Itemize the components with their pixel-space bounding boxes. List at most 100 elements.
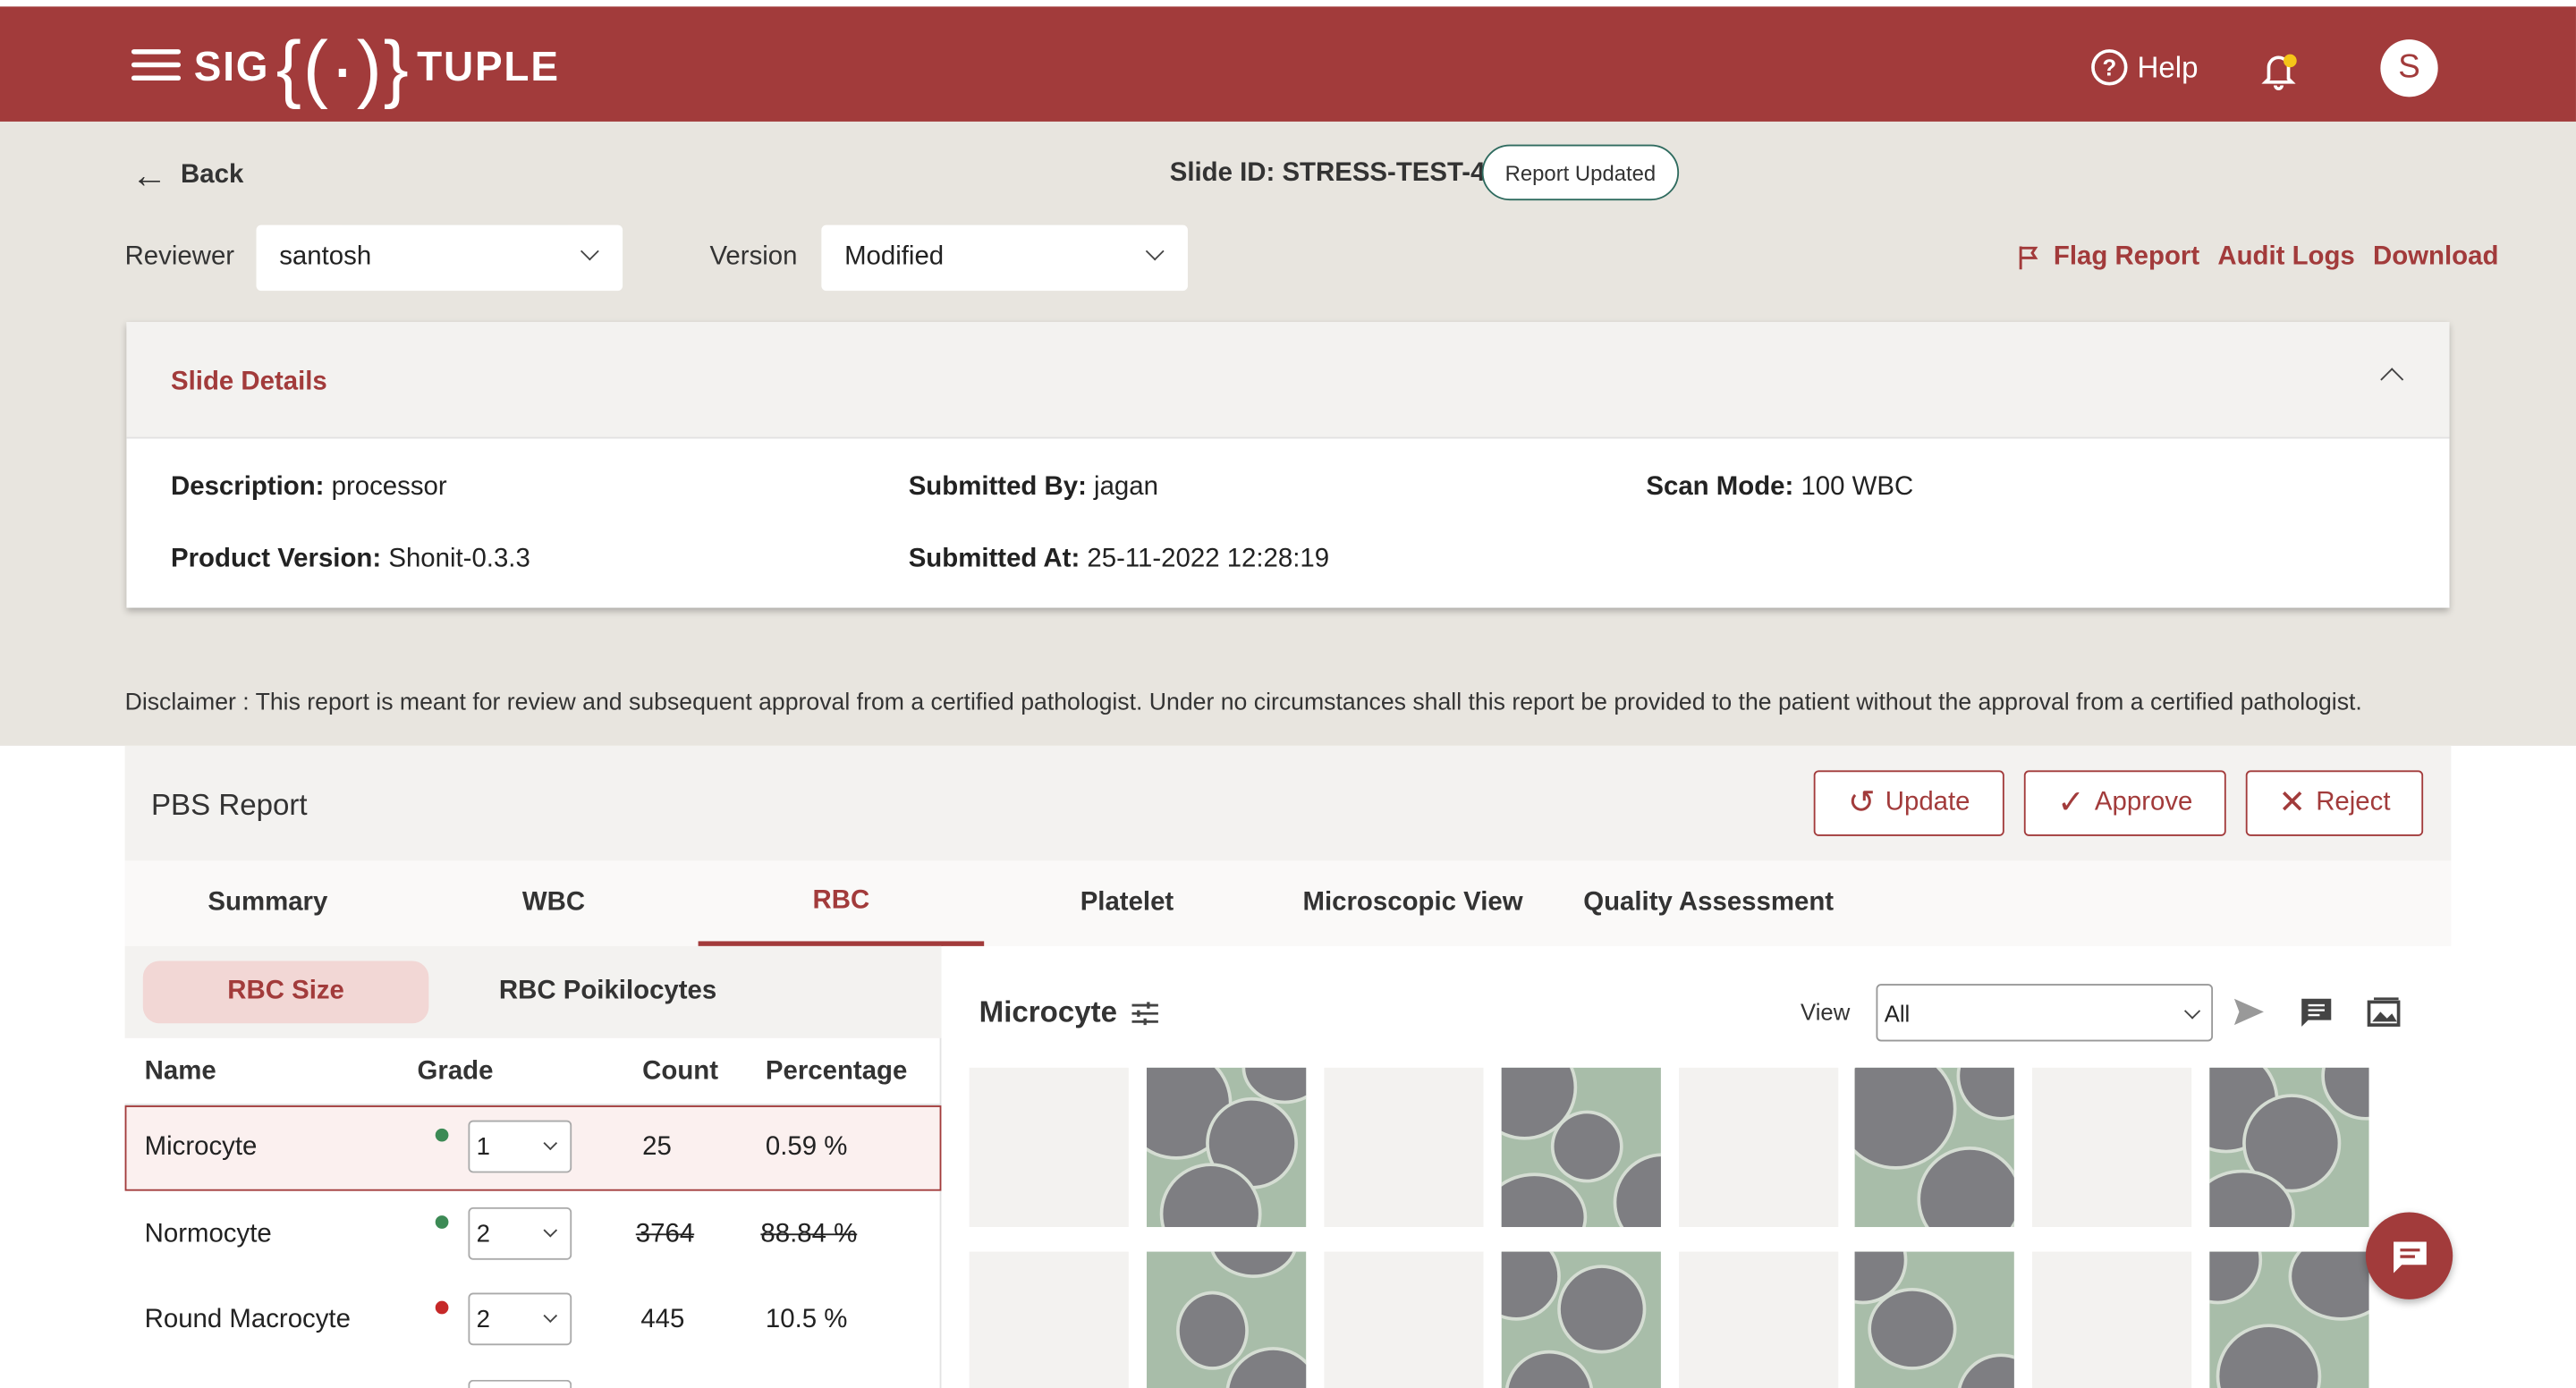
notification-bell-icon[interactable] xyxy=(2258,49,2301,92)
user-avatar[interactable]: S xyxy=(2380,39,2438,97)
rbc-cell-image xyxy=(1854,1067,1953,1167)
version-select[interactable]: Modified xyxy=(821,224,1188,292)
chevron-down-icon xyxy=(543,1136,558,1151)
image-gallery-icon[interactable] xyxy=(2366,995,2402,1028)
table-row[interactable]: Microcyte 1 25 0.59 % xyxy=(124,1105,942,1191)
rbc-cell-image xyxy=(1228,1350,1307,1388)
slide-details-header[interactable]: Slide Details xyxy=(126,321,2450,439)
chevron-down-icon xyxy=(1145,241,1165,261)
chevron-up-icon[interactable] xyxy=(2380,368,2404,392)
approve-button[interactable]: ✓ Approve xyxy=(2023,770,2226,836)
rbc-cell-image xyxy=(1871,1291,1953,1367)
cell-thumbnail[interactable] xyxy=(1501,1067,1661,1228)
cell-thumbnail-placeholder[interactable] xyxy=(969,1251,1129,1388)
tab-wbc[interactable]: WBC xyxy=(411,860,697,946)
grade-select[interactable]: 2 xyxy=(468,1292,572,1346)
scan-mode-value: 100 WBC xyxy=(1793,472,1914,502)
product-version-label: Product Version: xyxy=(171,545,382,574)
reviewer-select[interactable]: santosh xyxy=(256,224,623,292)
grade-select[interactable]: 1 xyxy=(468,1120,572,1173)
update-button[interactable]: ↺ Update xyxy=(1813,770,2004,836)
col-header-percentage: Percentage xyxy=(765,1057,908,1087)
rbc-table-panel: RBC Size RBC Poikilocytes Name Grade Cou… xyxy=(124,945,942,1388)
slide-details-card: Slide Details Description: processor Sub… xyxy=(126,321,2450,608)
logo-text-left: SIG xyxy=(193,43,270,90)
view-value: All xyxy=(1884,999,1911,1027)
flag-report-link[interactable]: Flag Report xyxy=(2054,243,2199,273)
col-header-grade: Grade xyxy=(417,1057,494,1087)
back-label: Back xyxy=(181,160,244,190)
report-status-badge: Report Updated xyxy=(1481,144,1680,201)
back-button[interactable]: ← Back xyxy=(131,157,243,193)
subtab-rbc-poikilocytes[interactable]: RBC Poikilocytes xyxy=(465,961,751,1023)
rbc-cell-image xyxy=(1245,1067,1307,1101)
audit-logs-link[interactable]: Audit Logs xyxy=(2217,243,2354,273)
tab-rbc[interactable]: RBC xyxy=(698,860,985,946)
history-icon: ↺ xyxy=(1847,784,1876,822)
menu-icon[interactable] xyxy=(131,49,182,82)
cell-thumbnail-placeholder[interactable] xyxy=(2031,1251,2192,1388)
row-name: Microcyte xyxy=(144,1133,258,1162)
rbc-cell-image xyxy=(2219,1327,2318,1388)
disclaimer-text: Disclaimer : This report is meant for re… xyxy=(124,690,2362,716)
grade-status-dot xyxy=(435,1128,449,1142)
cell-thumbnail-placeholder[interactable] xyxy=(969,1067,1129,1228)
reviewer-value: santosh xyxy=(279,242,372,272)
cell-thumbnail-placeholder[interactable] xyxy=(1679,1251,1839,1388)
cell-thumbnail[interactable] xyxy=(1501,1251,1661,1388)
tab-platelet[interactable]: Platelet xyxy=(984,860,1270,946)
row-count: 3764 xyxy=(635,1220,695,1248)
reject-button[interactable]: ✕ Reject xyxy=(2245,770,2424,836)
back-arrow-icon: ← xyxy=(131,154,168,196)
filter-settings-icon[interactable] xyxy=(1131,1001,1160,1027)
description-label: Description: xyxy=(171,472,325,502)
top-strip xyxy=(0,0,2576,7)
cell-thumbnail-placeholder[interactable] xyxy=(1324,1067,1484,1228)
rbc-cell-image xyxy=(1501,1176,1584,1228)
grade-select[interactable] xyxy=(468,1379,572,1388)
rbc-cell-image xyxy=(2324,1067,2369,1117)
tab-summary[interactable]: Summary xyxy=(125,860,411,946)
row-percentage: 0.59 % xyxy=(765,1133,848,1162)
close-icon: ✕ xyxy=(2278,784,2307,822)
rbc-cell-image xyxy=(1501,1251,1558,1318)
cell-thumbnail[interactable] xyxy=(1147,1067,1307,1228)
cell-thumbnail-placeholder[interactable] xyxy=(2031,1067,2192,1228)
rbc-cell-image xyxy=(1179,1294,1246,1367)
submitted-at-field: Submitted At: 25-11-2022 12:28:19 xyxy=(909,546,1329,575)
cell-thumbnail[interactable] xyxy=(1147,1251,1307,1388)
cell-thumbnail[interactable] xyxy=(1854,1067,2014,1228)
table-row[interactable]: Round Macrocyte 2 445 10.5 % xyxy=(125,1280,942,1366)
submitted-by-value: jagan xyxy=(1086,472,1158,502)
row-percentage: 88.84 % xyxy=(760,1220,858,1248)
subtab-rbc-size[interactable]: RBC Size xyxy=(142,961,429,1024)
chat-support-button[interactable] xyxy=(2365,1212,2453,1299)
submitted-by-label: Submitted By: xyxy=(908,472,1087,502)
view-select[interactable]: All xyxy=(1876,984,2214,1042)
grade-status-dot xyxy=(435,1215,449,1229)
row-name: Normocyte xyxy=(144,1220,272,1248)
tab-microscopic-view[interactable]: Microscopic View xyxy=(1270,860,1556,946)
rbc-cell-image xyxy=(1960,1067,2014,1117)
download-link[interactable]: Download xyxy=(2373,243,2498,273)
row-name: Round Macrocyte xyxy=(144,1306,351,1334)
cell-thumbnail-placeholder[interactable] xyxy=(1324,1251,1484,1388)
help-button[interactable]: ? Help xyxy=(2091,49,2199,86)
rbc-cell-image xyxy=(2209,1251,2259,1301)
grade-value: 2 xyxy=(476,1219,490,1248)
table-row[interactable]: Normocyte 2 3764 88.84 % xyxy=(125,1194,942,1280)
cell-thumbnail[interactable] xyxy=(2209,1067,2369,1228)
reviewer-label: Reviewer xyxy=(124,242,235,272)
grade-select[interactable]: 2 xyxy=(468,1206,572,1260)
description-field: Description: processor xyxy=(171,473,447,503)
report-tabs: Summary WBC RBC Platelet Microscopic Vie… xyxy=(124,860,2452,946)
cell-thumbnail[interactable] xyxy=(2209,1251,2369,1388)
send-icon[interactable] xyxy=(2231,995,2267,1028)
cell-thumbnail[interactable] xyxy=(1854,1251,2014,1388)
tab-quality-assessment[interactable]: Quality Assessment xyxy=(1565,860,1852,946)
product-version-field: Product Version: Shonit-0.3.3 xyxy=(171,546,530,575)
cell-gallery-panel: Microcyte View All xyxy=(943,945,2452,1388)
cell-thumbnail-placeholder[interactable] xyxy=(1679,1067,1839,1228)
comment-icon[interactable] xyxy=(2299,995,2334,1028)
version-value: Modified xyxy=(844,242,945,272)
